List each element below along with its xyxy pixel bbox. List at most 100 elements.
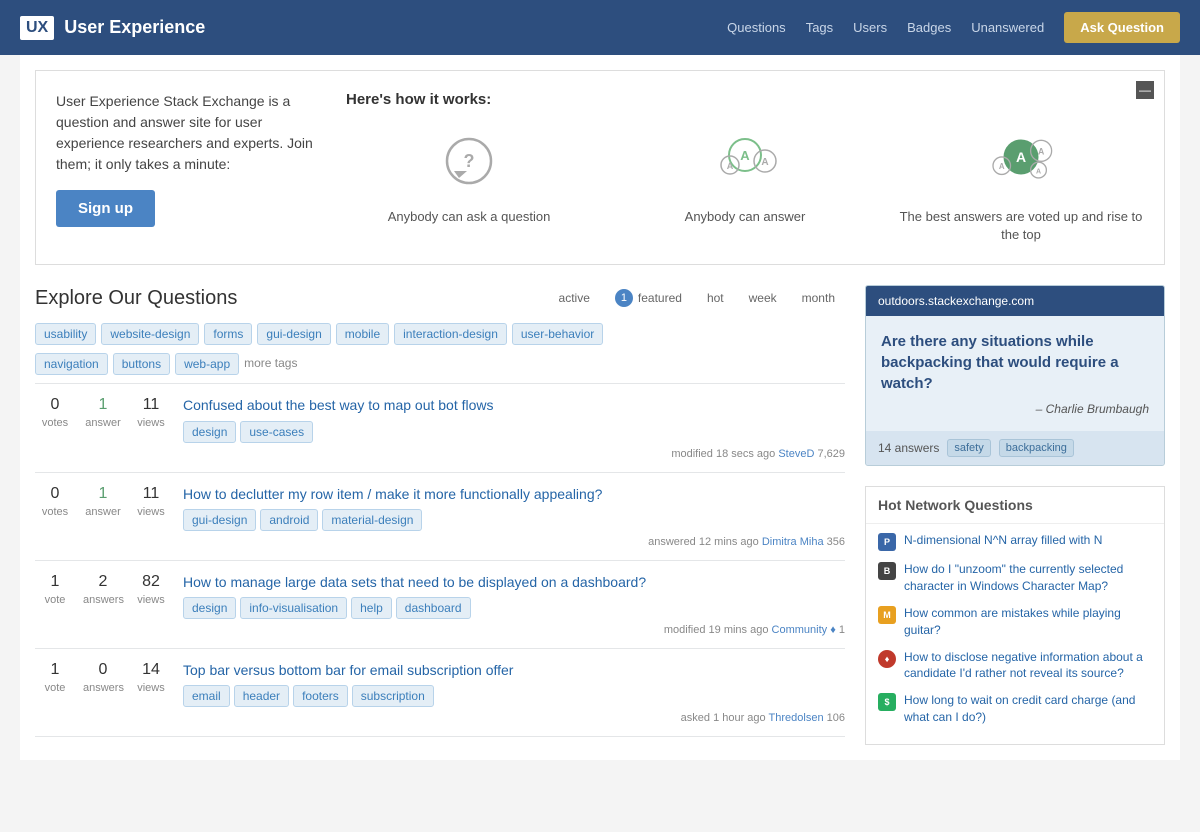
- question-title-link[interactable]: Confused about the best way to map out b…: [183, 396, 845, 414]
- filter-week[interactable]: week: [739, 287, 787, 309]
- tag-web-app[interactable]: web-app: [175, 353, 239, 375]
- list-item: P N-dimensional N^N array filled with N: [878, 532, 1152, 551]
- hot-site-icon: B: [878, 562, 896, 580]
- views-count: 11: [131, 396, 171, 414]
- tag-email[interactable]: email: [183, 685, 230, 707]
- main-nav: Questions Tags Users Badges Unanswered A…: [727, 12, 1180, 43]
- hot-question-link[interactable]: How do I "unzoom" the currently selected…: [904, 561, 1152, 595]
- sidebar: outdoors.stackexchange.com Are there any…: [865, 285, 1165, 744]
- user-link[interactable]: Dimitra Miha: [762, 536, 824, 548]
- user-link[interactable]: Community ♦: [772, 624, 836, 636]
- tag-dashboard[interactable]: dashboard: [396, 597, 471, 619]
- user-link[interactable]: SteveD: [778, 448, 814, 460]
- votes-count: 1: [35, 661, 75, 679]
- tag-user-behavior[interactable]: user-behavior: [512, 323, 603, 345]
- tag-material-design[interactable]: material-design: [322, 509, 422, 531]
- tag-design[interactable]: design: [183, 421, 236, 443]
- answers-label: answers: [83, 594, 124, 606]
- svg-text:A: A: [999, 162, 1005, 171]
- votes-count: 0: [35, 485, 75, 503]
- featured-tag-safety[interactable]: safety: [947, 439, 990, 457]
- votes-label: votes: [42, 417, 68, 429]
- nav-unanswered[interactable]: Unanswered: [971, 20, 1044, 35]
- table-row: 1 vote 2 answers 82 views How t: [35, 561, 845, 649]
- tag-gui-design[interactable]: gui-design: [183, 509, 256, 531]
- views-label: views: [137, 594, 165, 606]
- voted-answer-icon: A A A A: [986, 128, 1056, 198]
- hot-question-link[interactable]: How to disclose negative information abo…: [904, 649, 1152, 683]
- list-item: $ How long to wait on credit card charge…: [878, 692, 1152, 726]
- welcome-banner: User Experience Stack Exchange is a ques…: [35, 70, 1165, 265]
- nav-questions[interactable]: Questions: [727, 20, 786, 35]
- hot-site-icon: ♦: [878, 650, 896, 668]
- tag-gui-design[interactable]: gui-design: [257, 323, 330, 345]
- close-banner-button[interactable]: —: [1136, 81, 1154, 99]
- tags-row-2: navigation buttons web-app more tags: [35, 353, 845, 375]
- tag-interaction-design[interactable]: interaction-design: [394, 323, 507, 345]
- featured-card-footer: 14 answers safety backpacking: [866, 431, 1164, 465]
- votes-label: vote: [45, 682, 66, 694]
- nav-users[interactable]: Users: [853, 20, 887, 35]
- user-link[interactable]: Thredolsen: [769, 712, 824, 724]
- question-tags: email header footers subscription: [183, 685, 845, 707]
- question-stats: 0 votes 1 answer 11 views: [35, 396, 171, 429]
- filter-month[interactable]: month: [792, 287, 845, 309]
- question-meta: answered 12 mins ago Dimitra Miha 356: [183, 536, 845, 548]
- hot-network-title: Hot Network Questions: [866, 487, 1164, 524]
- views-count: 14: [131, 661, 171, 679]
- site-logo[interactable]: UX User Experience: [20, 16, 205, 40]
- tag-navigation[interactable]: navigation: [35, 353, 108, 375]
- answers-label: answers: [83, 682, 124, 694]
- site-name: User Experience: [64, 17, 205, 38]
- tag-android[interactable]: android: [260, 509, 318, 531]
- question-title-link[interactable]: How to declutter my row item / make it m…: [183, 485, 845, 503]
- how-it-works-title: Here's how it works:: [346, 91, 1144, 108]
- questions-header: Explore Our Questions active 1featured h…: [35, 285, 845, 311]
- filter-featured[interactable]: 1featured: [605, 285, 692, 311]
- how-steps: ? Anybody can ask a question A A: [346, 128, 1144, 244]
- votes-count: 1: [35, 573, 75, 591]
- views-label: views: [137, 417, 165, 429]
- answers-stat: 2 answers: [83, 573, 123, 606]
- tag-design[interactable]: design: [183, 597, 236, 619]
- hot-question-link[interactable]: N-dimensional N^N array filled with N: [904, 532, 1102, 549]
- tag-mobile[interactable]: mobile: [336, 323, 389, 345]
- list-item: M How common are mistakes while playing …: [878, 605, 1152, 639]
- question-title-link[interactable]: How to manage large data sets that need …: [183, 573, 845, 591]
- question-body: Confused about the best way to map out b…: [183, 396, 845, 459]
- tag-use-cases[interactable]: use-cases: [240, 421, 313, 443]
- votes-stat: 0 votes: [35, 396, 75, 429]
- tag-buttons[interactable]: buttons: [113, 353, 170, 375]
- tag-forms[interactable]: forms: [204, 323, 252, 345]
- ask-question-button[interactable]: Ask Question: [1064, 12, 1180, 43]
- question-stats: 1 vote 2 answers 82 views: [35, 573, 171, 606]
- svg-text:A: A: [761, 157, 768, 168]
- answers-count: 1: [83, 485, 123, 503]
- tag-help[interactable]: help: [351, 597, 392, 619]
- views-stat: 11 views: [131, 396, 171, 429]
- question-body: How to manage large data sets that need …: [183, 573, 845, 636]
- step-voted: A A A A The best answers are voted up an…: [898, 128, 1144, 244]
- nav-tags[interactable]: Tags: [806, 20, 833, 35]
- tag-footers[interactable]: footers: [293, 685, 348, 707]
- featured-tag-backpacking[interactable]: backpacking: [999, 439, 1074, 457]
- views-count: 11: [131, 485, 171, 503]
- hot-question-link[interactable]: How common are mistakes while playing gu…: [904, 605, 1152, 639]
- answers-stat: 0 answers: [83, 661, 123, 694]
- hot-question-link[interactable]: How long to wait on credit card charge (…: [904, 692, 1152, 726]
- filter-active[interactable]: active: [549, 287, 600, 309]
- tag-header[interactable]: header: [234, 685, 289, 707]
- nav-badges[interactable]: Badges: [907, 20, 951, 35]
- question-title-link[interactable]: Top bar versus bottom bar for email subs…: [183, 661, 845, 679]
- signup-button[interactable]: Sign up: [56, 190, 155, 227]
- tag-usability[interactable]: usability: [35, 323, 96, 345]
- tag-website-design[interactable]: website-design: [101, 323, 199, 345]
- hot-network-section: Hot Network Questions P N-dimensional N^…: [865, 486, 1165, 744]
- more-tags-link[interactable]: more tags: [244, 353, 297, 375]
- filter-hot[interactable]: hot: [697, 287, 734, 309]
- welcome-description: User Experience Stack Exchange is a ques…: [56, 91, 316, 175]
- table-row: 0 votes 1 answer 11 views Confu: [35, 384, 845, 472]
- tag-info-visualisation[interactable]: info-visualisation: [240, 597, 347, 619]
- votes-stat: 1 vote: [35, 661, 75, 694]
- tag-subscription[interactable]: subscription: [352, 685, 434, 707]
